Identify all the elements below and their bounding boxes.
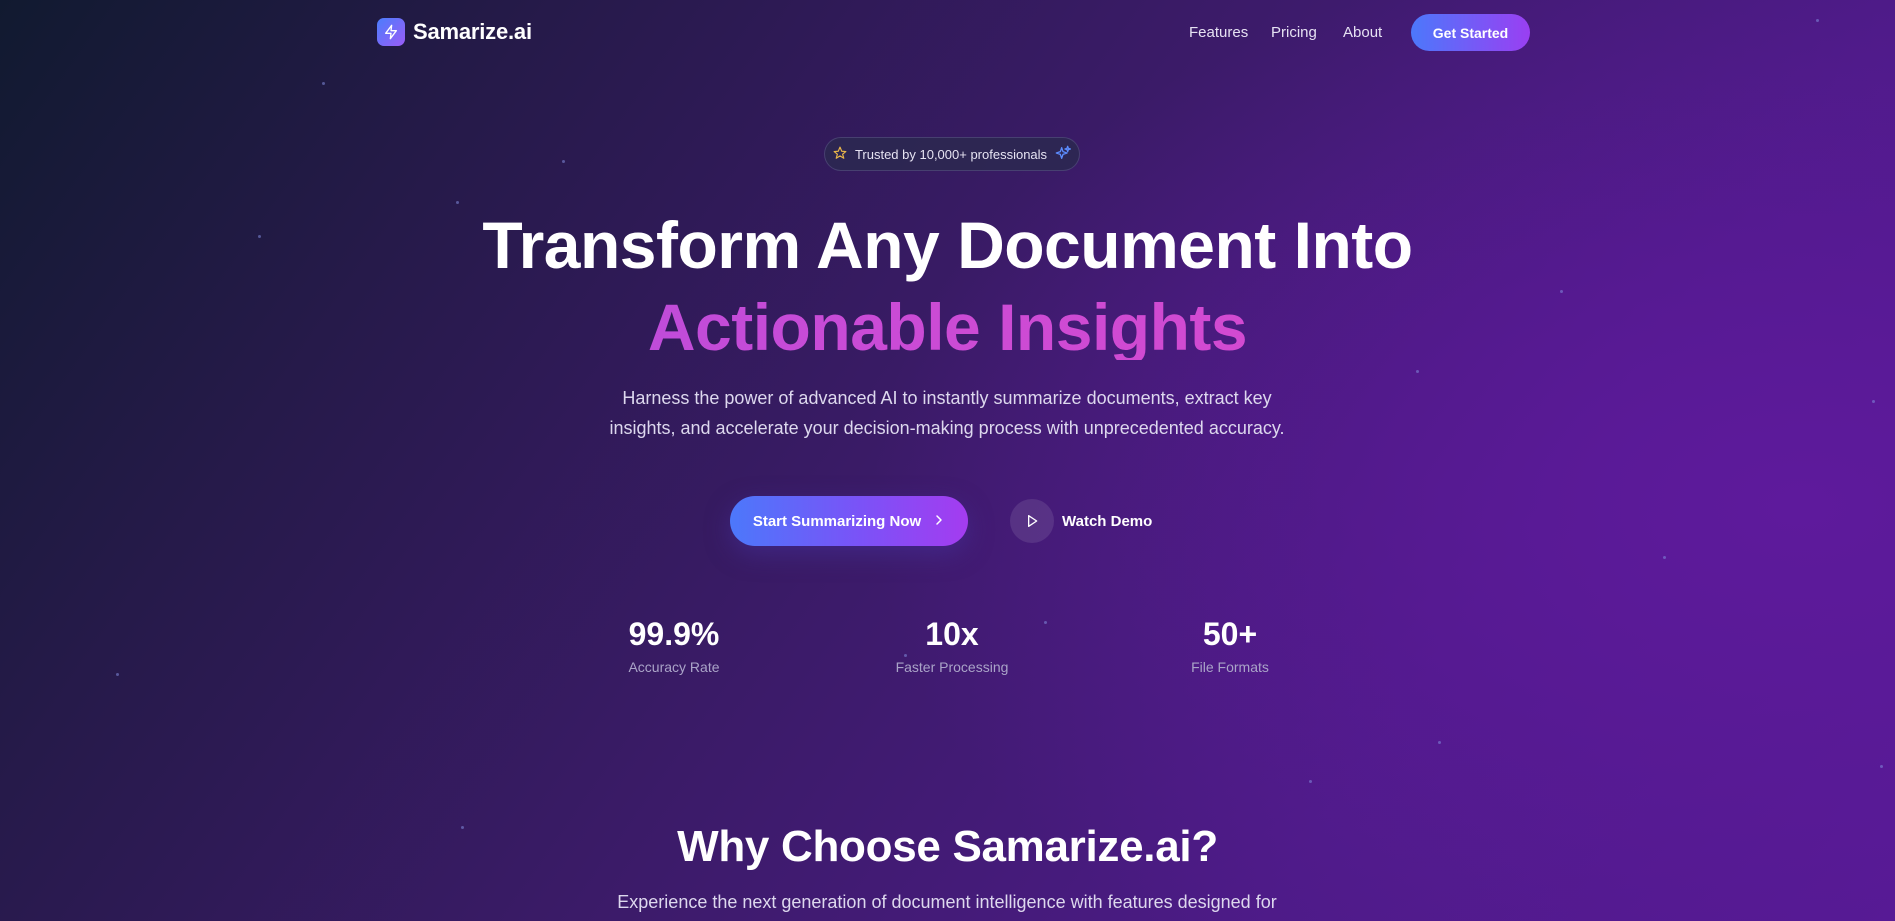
star-icon <box>833 146 847 163</box>
features-section-title: Why Choose Samarize.ai? <box>677 822 1218 871</box>
brand-name: Samarize.ai <box>413 19 532 44</box>
trust-badge-text: Trusted by 10,000+ professionals <box>854 146 1048 162</box>
nav-link-features[interactable]: Features <box>1189 24 1248 41</box>
stat-value: 99.9% <box>628 616 720 652</box>
stat-value: 10x <box>925 616 979 652</box>
nav-link-pricing[interactable]: Pricing <box>1271 24 1317 41</box>
chevron-right-icon <box>933 513 945 530</box>
trust-badge: Trusted by 10,000+ professionals <box>824 137 1080 171</box>
start-summarizing-button[interactable]: Start Summarizing Now <box>730 496 968 546</box>
top-navbar: Samarize.ai Features Pricing About Get S… <box>0 0 1895 66</box>
hero-title-highlight: Actionable Insights <box>0 294 1895 360</box>
brand-logo[interactable]: Samarize.ai <box>377 18 532 46</box>
stat-accuracy: 99.9% Accuracy Rate <box>574 614 774 675</box>
stat-speed: 10x Faster Processing <box>852 614 1052 675</box>
watch-demo-button[interactable]: Watch Demo <box>1010 499 1152 543</box>
play-icon <box>1010 499 1054 543</box>
hero-title: Transform Any Document Into <box>482 208 1413 282</box>
stat-label: Faster Processing <box>895 659 1009 675</box>
hero-subtitle: Harness the power of advanced AI to inst… <box>609 388 1285 438</box>
watch-demo-label: Watch Demo <box>1062 512 1153 530</box>
nav-link-about[interactable]: About <box>1343 24 1382 41</box>
stat-value: 50+ <box>1202 616 1258 652</box>
stat-formats: 50+ File Formats <box>1130 614 1330 675</box>
features-section-subtitle: Experience the next generation of docume… <box>617 892 1277 912</box>
sparkles-icon <box>1055 145 1072 164</box>
start-summarizing-label: Start Summarizing Now <box>752 512 922 530</box>
stat-label: Accuracy Rate <box>628 659 720 675</box>
lightning-bolt-icon <box>377 18 405 46</box>
stat-label: File Formats <box>1191 659 1269 675</box>
get-started-button[interactable]: Get Started <box>1411 14 1530 51</box>
